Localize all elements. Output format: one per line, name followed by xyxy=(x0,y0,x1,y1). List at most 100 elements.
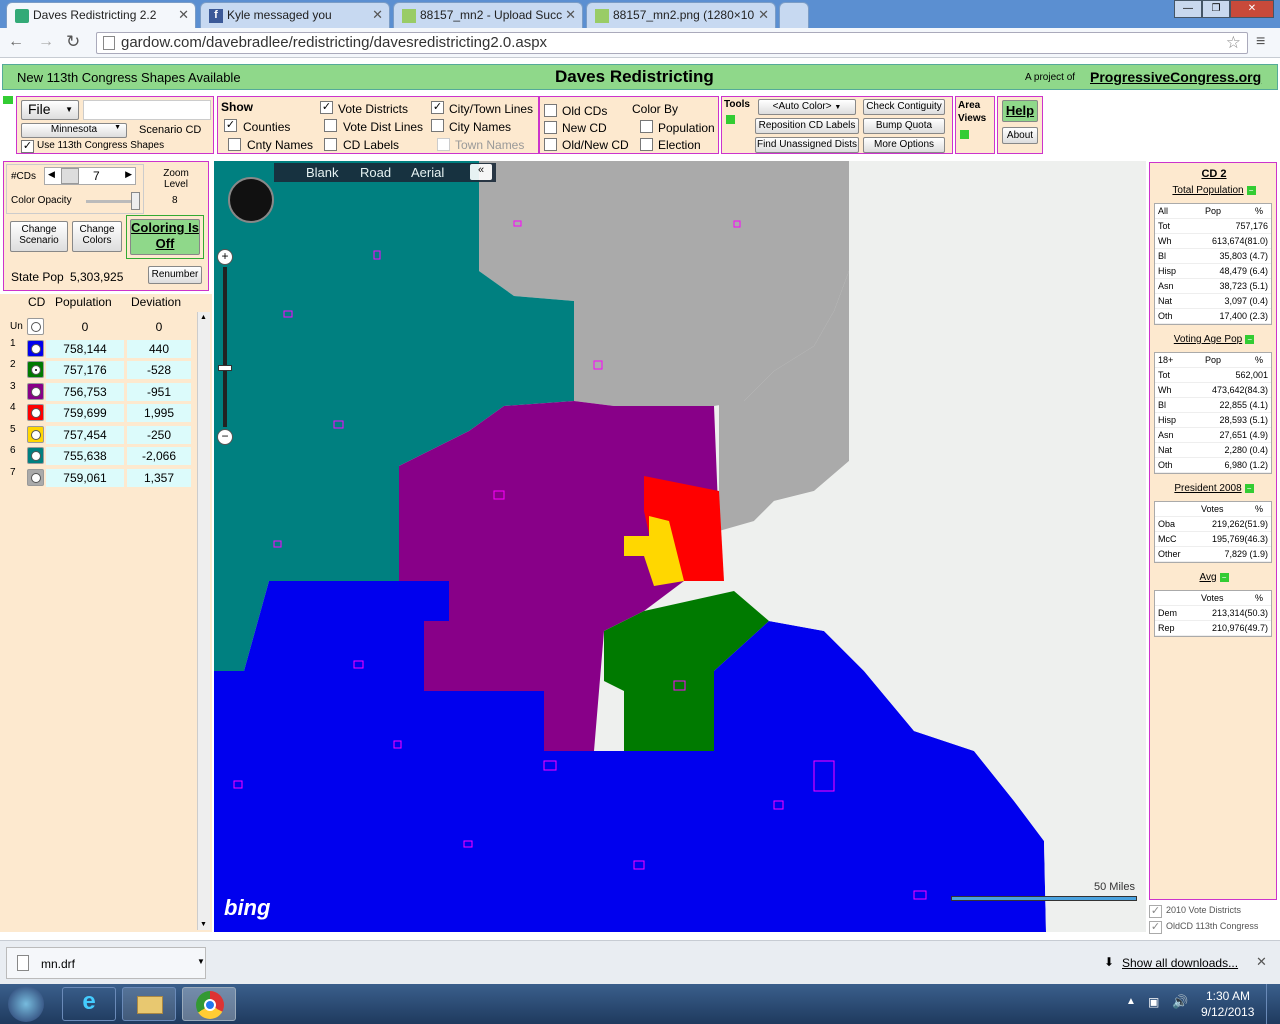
city-town-lines-checkbox[interactable]: ✓ xyxy=(431,101,444,114)
project-link[interactable]: ProgressiveCongress.org xyxy=(1090,69,1261,85)
cd-color-swatch[interactable] xyxy=(27,447,44,464)
menu-icon[interactable]: ≡ xyxy=(1256,33,1265,51)
internet-explorer-icon[interactable]: e xyxy=(62,987,116,1021)
tab-image[interactable]: 88157_mn2.png (1280×10 ✕ xyxy=(586,2,776,28)
cd-row[interactable]: Un 0 0 xyxy=(0,316,210,337)
cd-color-swatch[interactable] xyxy=(27,382,44,400)
tray-arrow-icon[interactable]: ▲ xyxy=(1126,996,1136,1007)
cd-row[interactable]: 2 757,176 -528 xyxy=(0,359,210,380)
change-scenario-button[interactable]: Change Scenario xyxy=(10,221,68,252)
blank-style-button[interactable]: Blank xyxy=(306,165,339,180)
dropdown-arrow-icon[interactable]: ▼ xyxy=(197,957,205,966)
cd-row[interactable]: 7 759,061 1,357 xyxy=(0,467,210,488)
zoom-out-icon[interactable]: − xyxy=(217,429,233,445)
new-tab-button[interactable] xyxy=(779,2,809,28)
renumber-button[interactable]: Renumber xyxy=(148,266,202,284)
file-menu-button[interactable]: File ▼ xyxy=(21,100,79,120)
cd-color-swatch[interactable] xyxy=(27,361,44,378)
vote-dist-lines-checkbox[interactable] xyxy=(324,119,337,132)
cd-color-swatch[interactable] xyxy=(27,404,44,421)
tab-daves-redistricting[interactable]: Daves Redistricting 2.2 ✕ xyxy=(6,2,196,28)
check-contiguity-button[interactable]: Check Contiguity xyxy=(863,99,945,115)
cd-labels-checkbox[interactable] xyxy=(324,138,337,151)
cd-color-swatch[interactable] xyxy=(27,318,44,335)
vote-districts-checkbox[interactable]: ✓ xyxy=(320,101,333,114)
chrome-icon[interactable] xyxy=(182,987,236,1021)
close-tab-icon[interactable]: ✕ xyxy=(758,7,769,23)
clock-date[interactable]: 9/12/2013 xyxy=(1201,1005,1254,1019)
tools-toggle-icon[interactable] xyxy=(726,115,735,124)
auto-color-select[interactable]: <Auto Color> ▼ xyxy=(758,99,856,115)
show-desktop-button[interactable] xyxy=(1266,984,1280,1024)
cd-color-swatch[interactable] xyxy=(27,339,44,357)
tab-facebook[interactable]: f Kyle messaged you ✕ xyxy=(200,2,390,28)
start-button-icon[interactable] xyxy=(8,986,44,1022)
help-button[interactable]: Help xyxy=(1002,100,1038,122)
change-colors-button[interactable]: Change Colors xyxy=(72,221,122,252)
old-cds-checkbox[interactable] xyxy=(544,104,557,117)
vap-table: 18+ Pop% Tot 562,001 Wh 473,642(84.3) Bl 22,855… xyxy=(1154,352,1272,474)
city-names-checkbox[interactable] xyxy=(431,119,444,132)
cd-table-scrollbar[interactable]: ▲ ▼ xyxy=(197,312,210,930)
road-style-button[interactable]: Road xyxy=(360,165,391,180)
counties-checkbox[interactable]: ✓ xyxy=(224,119,237,132)
close-downloads-icon[interactable]: ✕ xyxy=(1256,954,1267,970)
opacity-slider[interactable] xyxy=(86,192,140,210)
show-all-downloads-link[interactable]: Show all downloads... xyxy=(1122,956,1238,970)
minimize-icon[interactable]: — xyxy=(1174,0,1202,18)
maximize-icon[interactable]: ❐ xyxy=(1202,0,1230,18)
cd-color-swatch[interactable] xyxy=(27,425,44,443)
aerial-style-button[interactable]: Aerial xyxy=(411,165,444,180)
collapse-icon[interactable] xyxy=(3,96,13,104)
address-input[interactable]: gardow.com/davebradlee/redistricting/dav… xyxy=(96,32,1248,54)
population-checkbox[interactable] xyxy=(640,120,653,133)
clock-time[interactable]: 1:30 AM xyxy=(1206,989,1250,1003)
cd-color-swatch[interactable] xyxy=(27,468,44,486)
cd-row[interactable]: 3 756,753 -951 xyxy=(0,381,210,402)
district-map[interactable]: Blank Road Aerial « + − bing 50 Miles xyxy=(214,161,1146,932)
old-new-cd-checkbox[interactable] xyxy=(544,138,557,151)
reposition-labels-button[interactable]: Reposition CD Labels xyxy=(755,118,859,134)
state-select[interactable]: Minnesota ▼ xyxy=(21,123,127,138)
network-icon[interactable]: ▣ xyxy=(1148,995,1159,1009)
use-113-checkbox[interactable]: ✓ xyxy=(21,140,34,153)
zoom-track[interactable] xyxy=(223,267,227,427)
reload-icon[interactable]: ↻ xyxy=(66,32,80,52)
pan-control-icon[interactable] xyxy=(228,177,274,223)
cd-number: 1 xyxy=(10,337,16,349)
forward-icon[interactable]: → xyxy=(38,33,54,51)
cd-row[interactable]: 4 759,699 1,995 xyxy=(0,402,210,423)
more-options-button[interactable]: More Options xyxy=(863,137,945,153)
vote-districts-legend-checkbox[interactable]: ✓ xyxy=(1149,905,1162,918)
download-item[interactable]: mn.drf ▼ xyxy=(6,947,206,979)
cd-row[interactable]: 5 757,454 -250 xyxy=(0,424,210,445)
coloring-toggle-button[interactable]: Coloring Is Off xyxy=(130,219,200,255)
close-tab-icon[interactable]: ✕ xyxy=(565,7,576,23)
zoom-in-icon[interactable]: + xyxy=(217,249,233,265)
back-icon[interactable]: ← xyxy=(8,33,24,51)
find-unassigned-button[interactable]: Find Unassigned Dists xyxy=(755,137,859,153)
old-cd-legend-checkbox[interactable]: ✓ xyxy=(1149,921,1162,934)
file-name-input[interactable] xyxy=(83,100,211,120)
cd-row[interactable]: 6 755,638 -2,066 xyxy=(0,445,210,466)
zoom-slider-handle[interactable] xyxy=(218,365,232,371)
stats-row: McC 195,769(46.3) xyxy=(1155,532,1271,547)
bump-quota-button[interactable]: Bump Quota xyxy=(863,118,945,134)
cnty-names-checkbox[interactable] xyxy=(228,138,241,151)
new-cd-checkbox[interactable] xyxy=(544,121,557,134)
close-tab-icon[interactable]: ✕ xyxy=(372,7,383,23)
image-icon xyxy=(595,9,609,23)
cds-slider[interactable]: ◀ 7 ▶ xyxy=(44,167,136,185)
stats-row: Oth 6,980 (1.2) xyxy=(1155,458,1271,473)
about-button[interactable]: About xyxy=(1002,127,1038,144)
tab-upload[interactable]: 88157_mn2 - Upload Succ ✕ xyxy=(393,2,583,28)
close-window-icon[interactable]: ✕ xyxy=(1230,0,1274,18)
file-explorer-icon[interactable] xyxy=(122,987,176,1021)
election-checkbox[interactable] xyxy=(640,138,653,151)
area-views-toggle-icon[interactable] xyxy=(960,130,969,139)
cd-row[interactable]: 1 758,144 440 xyxy=(0,338,210,359)
close-tab-icon[interactable]: ✕ xyxy=(178,7,189,23)
bookmark-star-icon[interactable]: ☆ xyxy=(1226,33,1241,53)
volume-icon[interactable]: 🔊 xyxy=(1172,994,1188,1010)
collapse-arrows-icon[interactable]: « xyxy=(470,164,492,180)
